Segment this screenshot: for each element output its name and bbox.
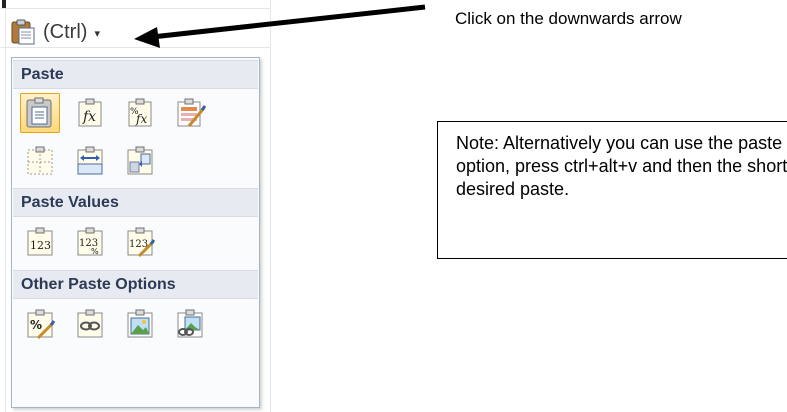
note-text: Note: Alternatively you can use the past… (456, 133, 787, 199)
paste-option-values-number-formatting[interactable]: 123 % (70, 222, 110, 262)
svg-text:fx: fx (82, 109, 96, 125)
svg-text:%: % (91, 247, 99, 256)
paste-row-2 (20, 141, 160, 181)
section-header-paste-values: Paste Values (13, 188, 258, 217)
clipboard-icon (11, 19, 35, 45)
callout-text: Click on the downwards arrow (455, 9, 682, 28)
other-paste-options-row: % (20, 304, 210, 344)
note-box: Note: Alternatively you can use the past… (437, 121, 787, 259)
paste-option-keep-source-column-widths[interactable] (120, 141, 160, 181)
paste-formulas-icon: fx (78, 98, 102, 127)
keep-source-formatting-icon (177, 98, 207, 127)
formatting-icon: % (27, 309, 56, 340)
section-header-other-paste-options: Other Paste Options (13, 270, 258, 299)
dropdown-arrow-icon[interactable]: ▾ (94, 27, 100, 40)
picture-icon (127, 309, 153, 338)
values-source-formatting-icon: 123 (127, 227, 156, 258)
paste-option-no-borders[interactable] (20, 141, 60, 181)
paste-option-picture[interactable] (120, 304, 160, 344)
svg-text:fx: fx (135, 112, 147, 126)
paste-options-menu: Paste fx % fx Paste Values 123 123 % 123… (11, 57, 260, 408)
svg-text:123: 123 (30, 239, 51, 252)
paste-option-keep-source-formatting[interactable] (170, 93, 210, 133)
paste-icon (26, 97, 52, 128)
svg-text:%: % (30, 318, 42, 332)
paste-option-paste-link[interactable] (70, 304, 110, 344)
paste-option-values-source-formatting[interactable]: 123 (120, 222, 160, 262)
values-icon: 123 (27, 227, 53, 256)
paste-option-formatting[interactable]: % (20, 304, 60, 344)
paste-option-formulas-number-formatting[interactable]: % fx (120, 93, 160, 133)
no-borders-icon (27, 146, 53, 175)
section-header-paste: Paste (13, 60, 258, 89)
paste-values-row: 123 123 % 123 (20, 222, 160, 262)
keep-source-column-widths-icon (127, 146, 153, 175)
paste-option-transpose[interactable] (70, 141, 110, 181)
paste-row-1: fx % fx (20, 93, 210, 133)
transpose-icon (77, 146, 103, 175)
cell-selection-marker (2, 0, 6, 8)
paste-link-icon (77, 309, 103, 338)
paste-options-button[interactable]: (Ctrl) ▾ (9, 17, 135, 47)
values-number-formatting-icon: 123 % (77, 227, 103, 256)
linked-picture-icon (177, 309, 203, 338)
paste-formulas-number-formatting-icon: % fx (128, 98, 152, 127)
paste-option-linked-picture[interactable] (170, 304, 210, 344)
paste-option-values[interactable]: 123 (20, 222, 60, 262)
paste-options-label: (Ctrl) (43, 20, 88, 43)
paste-option-paste[interactable] (20, 93, 60, 133)
paste-option-formulas[interactable]: fx (70, 93, 110, 133)
